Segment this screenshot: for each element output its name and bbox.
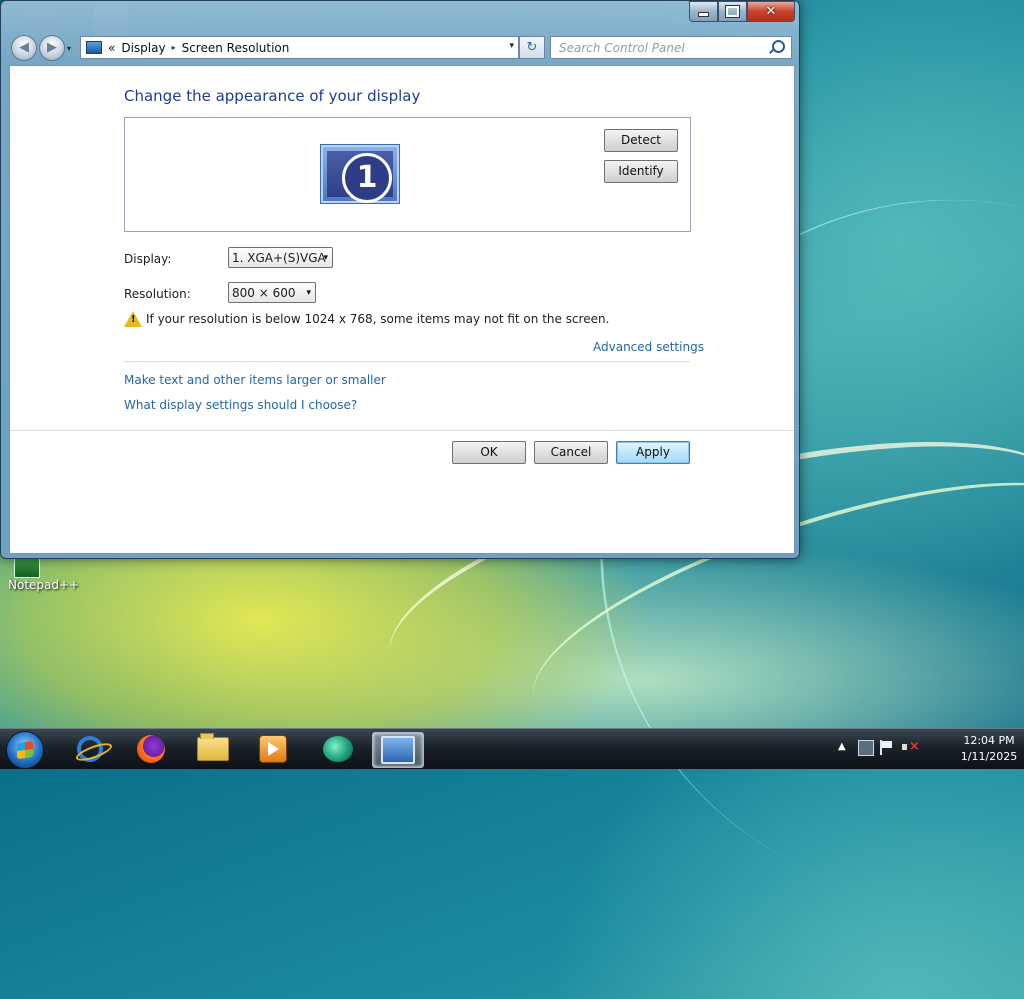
forward-button[interactable]: ▶ (39, 35, 65, 61)
address-bar[interactable]: « Display ▸ Screen Resolution ▾ (80, 36, 519, 59)
monitor-number: 1 (342, 153, 392, 203)
maximize-icon (725, 5, 740, 18)
internet-explorer-icon (77, 736, 103, 762)
notepad-plus-plus-icon[interactable] (14, 558, 40, 578)
chevron-down-icon: ▾ (323, 253, 328, 263)
text-size-link[interactable]: Make text and other items larger or smal… (124, 373, 386, 387)
search-icon[interactable] (772, 40, 785, 53)
refresh-button[interactable]: ↻ (519, 36, 545, 59)
taskbar-file-explorer[interactable] (188, 732, 238, 766)
taskbar-media-player[interactable] (248, 732, 298, 766)
page-title: Change the appearance of your display (124, 87, 421, 105)
control-panel-icon (381, 736, 415, 764)
taskbar: ▲ 12:04 PM 1/11/2025 (0, 728, 1024, 769)
breadcrumb-display[interactable]: Display (121, 41, 165, 55)
display-select[interactable]: 1. XGA+(S)VGA ▾ (228, 247, 333, 268)
system-tray: ▲ 12:04 PM 1/11/2025 (834, 729, 1024, 769)
apply-button[interactable]: Apply (616, 441, 690, 464)
back-button[interactable]: ◀ (11, 35, 37, 61)
warning-icon: ! (124, 311, 142, 327)
identify-button[interactable]: Identify (604, 160, 678, 183)
footer-divider (10, 430, 794, 431)
action-center-flag-icon[interactable] (880, 740, 893, 755)
start-button[interactable] (6, 731, 44, 769)
clock-time: 12:04 PM (963, 734, 1015, 747)
minimize-icon (698, 12, 709, 17)
breadcrumb-root-chevron[interactable]: « (108, 41, 115, 55)
resolution-warning-text: If your resolution is below 1024 x 768, … (146, 312, 610, 326)
search-box[interactable] (550, 36, 792, 59)
caption-buttons: ✕ (689, 1, 795, 22)
detect-button[interactable]: Detect (604, 129, 678, 152)
display-label: Display: (124, 252, 172, 266)
content-pane: Change the appearance of your display 1 … (9, 65, 795, 554)
show-hidden-icons-button[interactable]: ▲ (838, 741, 846, 752)
warning-icon-glyph: ! (131, 314, 136, 325)
screen-resolution-window: ✕ ◀ ▶ ▾ « Display ▸ Screen Resolution ▾ … (0, 0, 800, 559)
clock[interactable]: 12:04 PM 1/11/2025 (954, 733, 1024, 765)
clock-date: 1/11/2025 (960, 750, 1018, 763)
resolution-select-value: 800 × 600 (232, 286, 296, 300)
search-input[interactable] (557, 39, 761, 56)
breadcrumb-separator-icon[interactable]: ▸ (172, 43, 176, 52)
cancel-button[interactable]: Cancel (534, 441, 608, 464)
network-icon[interactable] (858, 740, 874, 756)
taskbar-firefox[interactable] (126, 732, 176, 766)
advanced-settings-link[interactable]: Advanced settings (593, 340, 704, 354)
address-dropdown-icon[interactable]: ▾ (509, 41, 514, 51)
monitor-1-thumbnail[interactable]: 1 (320, 144, 400, 204)
taskbar-meeting-app[interactable] (313, 732, 363, 766)
close-icon: ✕ (765, 4, 777, 19)
meeting-icon (323, 736, 353, 762)
close-button[interactable]: ✕ (747, 1, 795, 22)
breadcrumb-screen-resolution[interactable]: Screen Resolution (182, 41, 290, 55)
monitor-arrangement-panel: 1 Detect Identify (124, 117, 691, 232)
ok-button[interactable]: OK (452, 441, 526, 464)
maximize-button[interactable] (718, 1, 747, 22)
divider (124, 361, 690, 362)
firefox-icon (137, 735, 165, 763)
display-settings-help-link[interactable]: What display settings should I choose? (124, 398, 357, 412)
chevron-down-icon: ▾ (306, 288, 311, 298)
display-select-value: 1. XGA+(S)VGA (232, 251, 326, 265)
resolution-label: Resolution: (124, 287, 191, 301)
taskbar-internet-explorer[interactable] (65, 732, 115, 766)
desktop-icon-label-notepad[interactable]: Notepad++ (8, 578, 79, 592)
folder-icon (197, 733, 229, 761)
taskbar-control-panel[interactable] (372, 732, 424, 768)
monitor-screen: 1 (327, 151, 393, 203)
back-arrow-icon: ◀ (19, 40, 29, 55)
volume-muted-icon[interactable] (902, 739, 920, 755)
recent-pages-dropdown[interactable]: ▾ (67, 44, 71, 53)
minimize-button[interactable] (689, 1, 718, 22)
control-panel-icon (86, 41, 102, 54)
resolution-select[interactable]: 800 × 600 ▾ (228, 282, 316, 303)
forward-arrow-icon: ▶ (47, 40, 57, 55)
media-player-icon (259, 735, 287, 763)
